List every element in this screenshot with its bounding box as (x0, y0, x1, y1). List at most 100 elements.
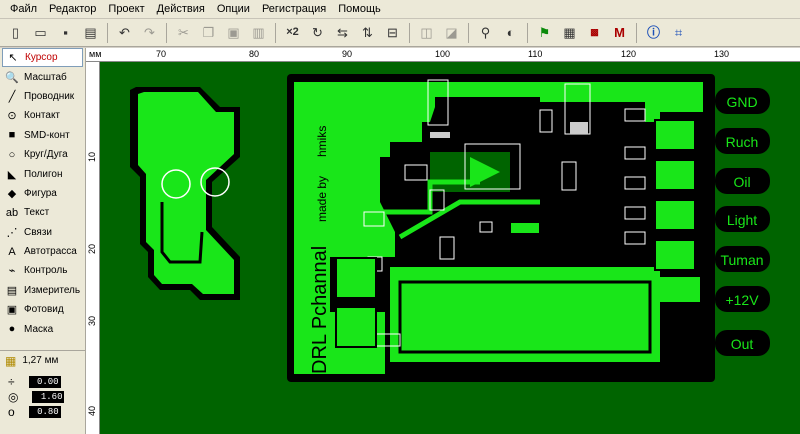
copy-icon[interactable]: ❐ (198, 22, 219, 43)
toolbar-separator (527, 22, 528, 43)
polygon-icon: ◣ (7, 168, 17, 181)
tool-label: Автотрасса (24, 246, 77, 258)
align-icon[interactable]: ⊟ (382, 22, 403, 43)
print-icon[interactable]: ▤ (80, 22, 101, 43)
grid-icon: ▦ (5, 353, 17, 368)
ruler-tick-label: 110 (528, 49, 543, 59)
pad-outer-icon: ◎ (8, 389, 19, 404)
photoview-icon[interactable]: ▦ (559, 22, 580, 43)
mirror-horizontal-icon[interactable]: ⇆ (332, 22, 353, 43)
toolbar-separator (166, 22, 167, 43)
tool-label: Измеритель (24, 284, 81, 296)
tool-label: SMD-конт (24, 129, 70, 141)
menu-item[interactable]: Редактор (43, 0, 102, 19)
tool-arc[interactable]: ○ Круг/Дуга (0, 145, 85, 164)
tool-cursor[interactable]: ↖ Курсор (2, 48, 83, 68)
autoroute-tool-icon: A (8, 245, 16, 258)
tool-connect[interactable]: ⋰ Связи (0, 223, 85, 242)
tool-label: Фотовид (24, 304, 64, 316)
ruler-tick-label: 10 (87, 152, 97, 163)
magnifier-icon[interactable]: ⚲ (475, 22, 496, 43)
tool-label: Связи (24, 226, 53, 238)
pad-inner-icon: o (8, 404, 15, 419)
grid-setting[interactable]: ▦ 1,27 мм (0, 350, 86, 370)
menu-item[interactable]: Регистрация (256, 0, 332, 19)
horizontal-ruler: мм 70 80 90 100 110 120 130 (86, 48, 800, 62)
autoroute-icon[interactable]: ⚑ (534, 22, 555, 43)
tool-smd[interactable]: ■ SMD-конт (0, 126, 85, 145)
control-icon: ⌁ (8, 265, 16, 278)
group-icon[interactable]: ◫ (416, 22, 437, 43)
drc-icon[interactable]: ▩ (584, 22, 605, 43)
tool-shape[interactable]: ◆ Фигура (0, 184, 85, 203)
ruler-tick-label: 70 (156, 49, 167, 59)
save-icon[interactable]: ▪ (55, 22, 76, 43)
main-toolbar: ▯ ▭ ▪ ▤ ↶ ↷ ✂ ❐ ▣ ▥ ×2 ↻ ⇆ ⇅ ⊟ ◫ ◪ ⚲ ◐ ⚑… (0, 19, 800, 47)
cursor-icon: ↖ (8, 52, 18, 65)
undo-icon[interactable]: ↶ (114, 22, 135, 43)
track-width-icon: ÷ (8, 374, 15, 389)
toolbar-separator (468, 22, 469, 43)
tool-control[interactable]: ⌁ Контроль (0, 261, 85, 280)
tool-zoom[interactable]: 🔍 Масштаб (0, 67, 85, 86)
new-icon[interactable]: ▯ (5, 22, 26, 43)
parameter-value[interactable]: 0.80 (28, 405, 61, 418)
ruler-unit: мм (89, 49, 102, 59)
crop-icon[interactable]: ⌗ (668, 22, 689, 43)
ruler-tick-label: 80 (249, 49, 260, 59)
ruler-tick-label: 100 (435, 49, 451, 59)
ruler-tick-label: 40 (87, 406, 97, 417)
tool-wire[interactable]: ╱ Проводник (0, 87, 85, 106)
tool-label: Контроль (24, 265, 68, 277)
tool-label: Масштаб (24, 71, 67, 83)
multiplier-button[interactable]: ×2 (282, 22, 303, 43)
rotate-icon[interactable]: ↻ (307, 22, 328, 43)
vertical-ruler: 10 20 30 40 (86, 62, 100, 434)
tool-label: Контакт (24, 110, 61, 122)
connector-label-text: Ruch (726, 134, 759, 150)
author-text: hmiks (315, 126, 329, 157)
tool-mask[interactable]: ● Маска (0, 319, 85, 338)
tool-measure[interactable]: ▤ Измеритель (0, 281, 85, 300)
ungroup-icon[interactable]: ◪ (441, 22, 462, 43)
parameter-value[interactable]: 1.60 (32, 390, 65, 403)
tool-label: Курсор (25, 52, 58, 64)
toolbar-separator (636, 22, 637, 43)
wire-icon: ╱ (8, 90, 16, 103)
grid-value: 1,27 мм (22, 355, 59, 366)
toolbar-separator (409, 22, 410, 43)
redo-icon[interactable]: ↷ (139, 22, 160, 43)
open-icon[interactable]: ▭ (30, 22, 51, 43)
tool-pad[interactable]: ⊙ Контакт (0, 106, 85, 125)
parameter-row: ◎ 1.60 (0, 389, 86, 404)
tool-label: Проводник (24, 90, 75, 102)
mask-icon: ● (8, 323, 16, 336)
contrast-icon[interactable]: ◐ (500, 22, 521, 43)
pcb-canvas[interactable]: DRL Pchannal made by hmiks GND Ruch Oil Lig… (100, 62, 800, 434)
menu-item[interactable]: Действия (151, 0, 211, 19)
menu-item[interactable]: Проект (102, 0, 150, 19)
ruler-tick-label: 90 (342, 49, 353, 59)
menu-item[interactable]: Файл (4, 0, 43, 19)
tool-text[interactable]: ab Текст (0, 203, 85, 222)
menu-item[interactable]: Опции (211, 0, 256, 19)
cut-icon[interactable]: ✂ (173, 22, 194, 43)
tool-label: Полигон (24, 168, 63, 180)
menu-item[interactable]: Помощь (332, 0, 387, 19)
paste-icon[interactable]: ▣ (223, 22, 244, 43)
shape-icon: ◆ (7, 187, 17, 200)
tool-photo[interactable]: ▣ Фотовид (0, 300, 85, 319)
made-by-text: made by (315, 176, 329, 222)
parameter-value[interactable]: 0.00 (28, 375, 61, 388)
ruler-icon: ▤ (6, 284, 18, 297)
macro-icon[interactable]: M (609, 22, 630, 43)
parameter-row: o 0.80 (0, 404, 86, 419)
smd-pad-icon: ■ (8, 129, 16, 142)
help-icon[interactable]: ⓘ (643, 22, 664, 43)
delete-icon[interactable]: ▥ (248, 22, 269, 43)
tool-polygon[interactable]: ◣ Полигон (0, 164, 85, 183)
menu-bar: Файл Редактор Проект Действия Опции Регистрац… (0, 0, 800, 19)
tool-label: Круг/Дуга (24, 149, 68, 161)
mirror-vertical-icon[interactable]: ⇅ (357, 22, 378, 43)
tool-autoroute[interactable]: A Автотрасса (0, 242, 85, 261)
